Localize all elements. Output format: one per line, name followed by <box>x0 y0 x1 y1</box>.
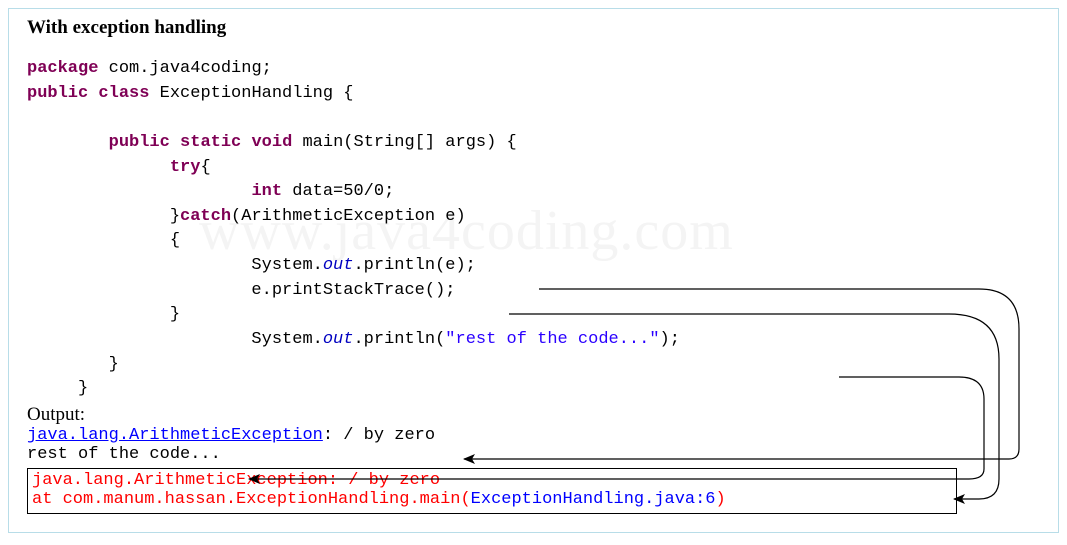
field-out: out <box>323 256 354 275</box>
code-text: System. <box>27 256 323 275</box>
keyword-public: public <box>27 84 88 103</box>
code-text: ); <box>660 330 680 349</box>
output-label: Output: <box>27 404 1040 426</box>
trace-text: at com.manum.hassan.ExceptionHandling.ma… <box>32 490 471 509</box>
section-title: With exception handling <box>27 17 1040 39</box>
code-indent <box>27 133 109 152</box>
code-text: data=50/0; <box>282 182 394 201</box>
code-example-container: www.java4coding.com With exception handl… <box>8 8 1059 533</box>
code-text: .println(e); <box>353 256 475 275</box>
keyword-void: void <box>251 133 292 152</box>
content-layer: With exception handling package com.java… <box>27 17 1040 514</box>
trace-line-1: java.lang.ArithmeticException: / by zero <box>32 471 952 490</box>
code-text: } <box>27 379 88 398</box>
keyword-try: try <box>170 158 201 177</box>
output-line-2: rest of the code... <box>27 445 1040 464</box>
keyword-public: public <box>109 133 170 152</box>
code-text: } <box>27 207 180 226</box>
code-text: } <box>27 355 119 374</box>
code-text: System. <box>27 330 323 349</box>
code-block: package com.java4coding; public class Ex… <box>27 57 1040 402</box>
output-line-1: java.lang.ArithmeticException: / by zero <box>27 426 1040 445</box>
code-text: e.printStackTrace(); <box>27 281 455 300</box>
code-text: com.java4coding; <box>98 59 271 78</box>
output-text: : / by zero <box>323 426 435 445</box>
exception-link[interactable]: java.lang.ArithmeticException <box>27 426 323 445</box>
trace-source-link[interactable]: ExceptionHandling.java:6 <box>471 490 716 509</box>
code-text: (ArithmeticException e) <box>231 207 466 226</box>
code-indent <box>27 158 170 177</box>
code-text: } <box>27 305 180 324</box>
keyword-static: static <box>180 133 241 152</box>
string-literal: "rest of the code..." <box>445 330 659 349</box>
keyword-int: int <box>251 182 282 201</box>
field-out: out <box>323 330 354 349</box>
code-text: { <box>200 158 210 177</box>
keyword-package: package <box>27 59 98 78</box>
trace-text: ) <box>716 490 726 509</box>
code-indent <box>27 182 251 201</box>
code-text: { <box>27 231 180 250</box>
stack-trace-box: java.lang.ArithmeticException: / by zero… <box>27 468 957 514</box>
code-text: .println( <box>353 330 445 349</box>
code-text: main(String[] args) { <box>292 133 516 152</box>
keyword-class: class <box>98 84 149 103</box>
keyword-catch: catch <box>180 207 231 226</box>
trace-line-2: at com.manum.hassan.ExceptionHandling.ma… <box>32 490 952 509</box>
code-text: ExceptionHandling { <box>149 84 353 103</box>
